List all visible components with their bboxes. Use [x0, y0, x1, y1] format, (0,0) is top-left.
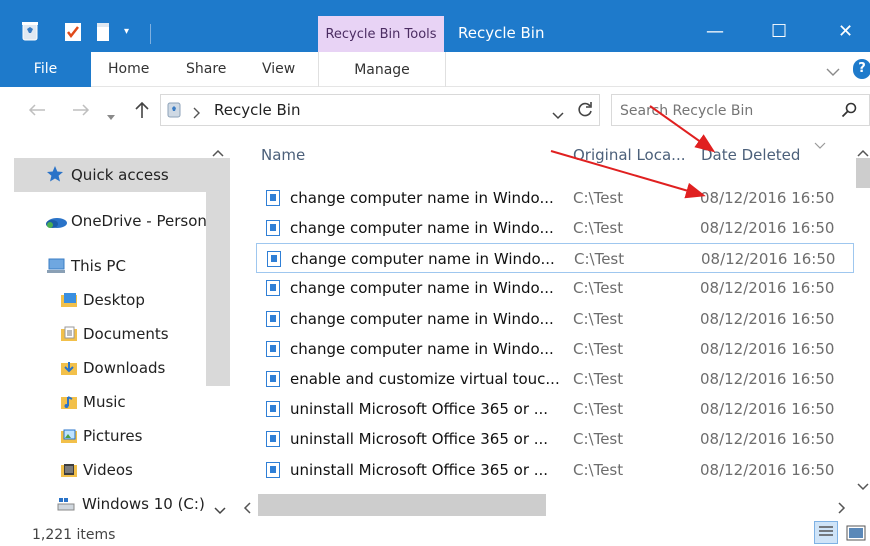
- annotation-arrows: [550, 105, 716, 199]
- annotation-arrow-to-header: [649, 105, 716, 153]
- annotation-arrow-to-date: [550, 150, 706, 199]
